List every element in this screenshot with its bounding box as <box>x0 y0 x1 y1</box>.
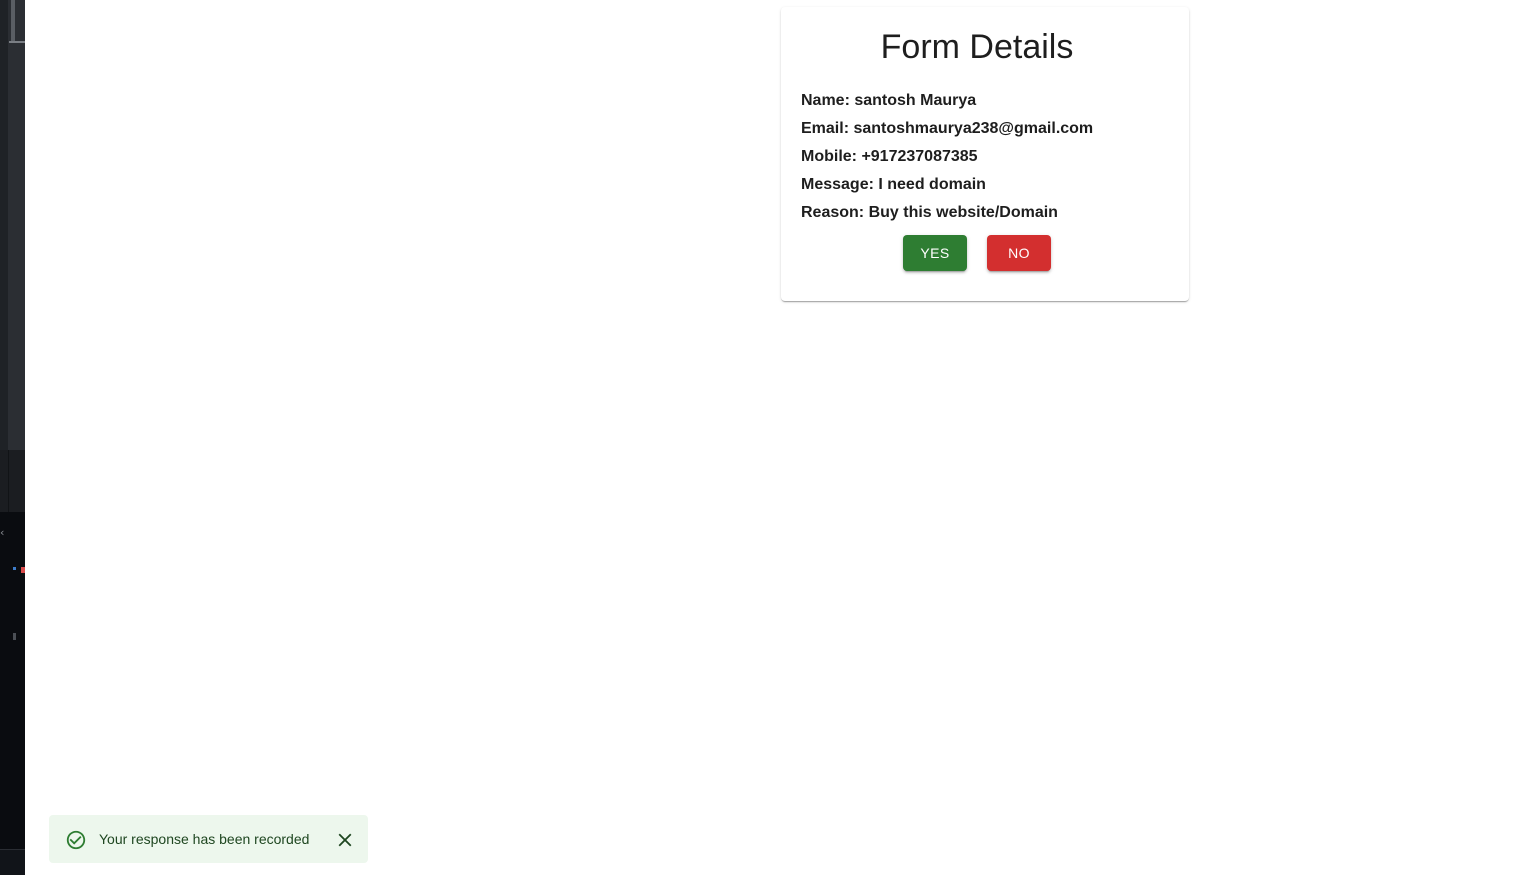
detail-reason: Reason: Buy this website/Domain <box>801 204 1058 221</box>
detail-email: Email: santoshmaurya238@gmail.com <box>801 120 1094 137</box>
side-panel-scrollbar-thumb[interactable] <box>11 0 15 42</box>
snackbar-message: Your response has been recorded <box>99 831 310 847</box>
chevron-icon[interactable]: ‹ <box>0 526 4 539</box>
card-title: Form Details <box>880 28 1074 66</box>
detail-name: Name: santosh Maurya <box>801 92 977 109</box>
detail-list: Name: santosh Maurya Email: santoshmaury… <box>801 87 1093 227</box>
detail-message: Message: I need domain <box>801 176 986 193</box>
side-panel-divider <box>9 41 25 43</box>
close-icon[interactable] <box>334 829 356 851</box>
side-panel-status-bar <box>0 849 25 875</box>
form-details-card: Form Details Name: santosh Maurya Email:… <box>781 7 1189 301</box>
editor-side-panel: ‹ <box>0 0 25 875</box>
no-button[interactable]: NO <box>987 235 1051 271</box>
side-panel-separator <box>8 450 9 512</box>
detail-mobile: Mobile: +917237087385 <box>801 148 978 165</box>
check-circle-icon <box>65 829 87 851</box>
side-panel-scroll-track <box>8 0 25 450</box>
error-marker <box>21 567 25 573</box>
gutter-marker <box>13 633 16 640</box>
side-panel-section <box>0 450 25 512</box>
yes-button[interactable]: YES <box>903 235 967 271</box>
success-snackbar: Your response has been recorded <box>49 815 368 863</box>
indicator-dot <box>13 567 16 570</box>
